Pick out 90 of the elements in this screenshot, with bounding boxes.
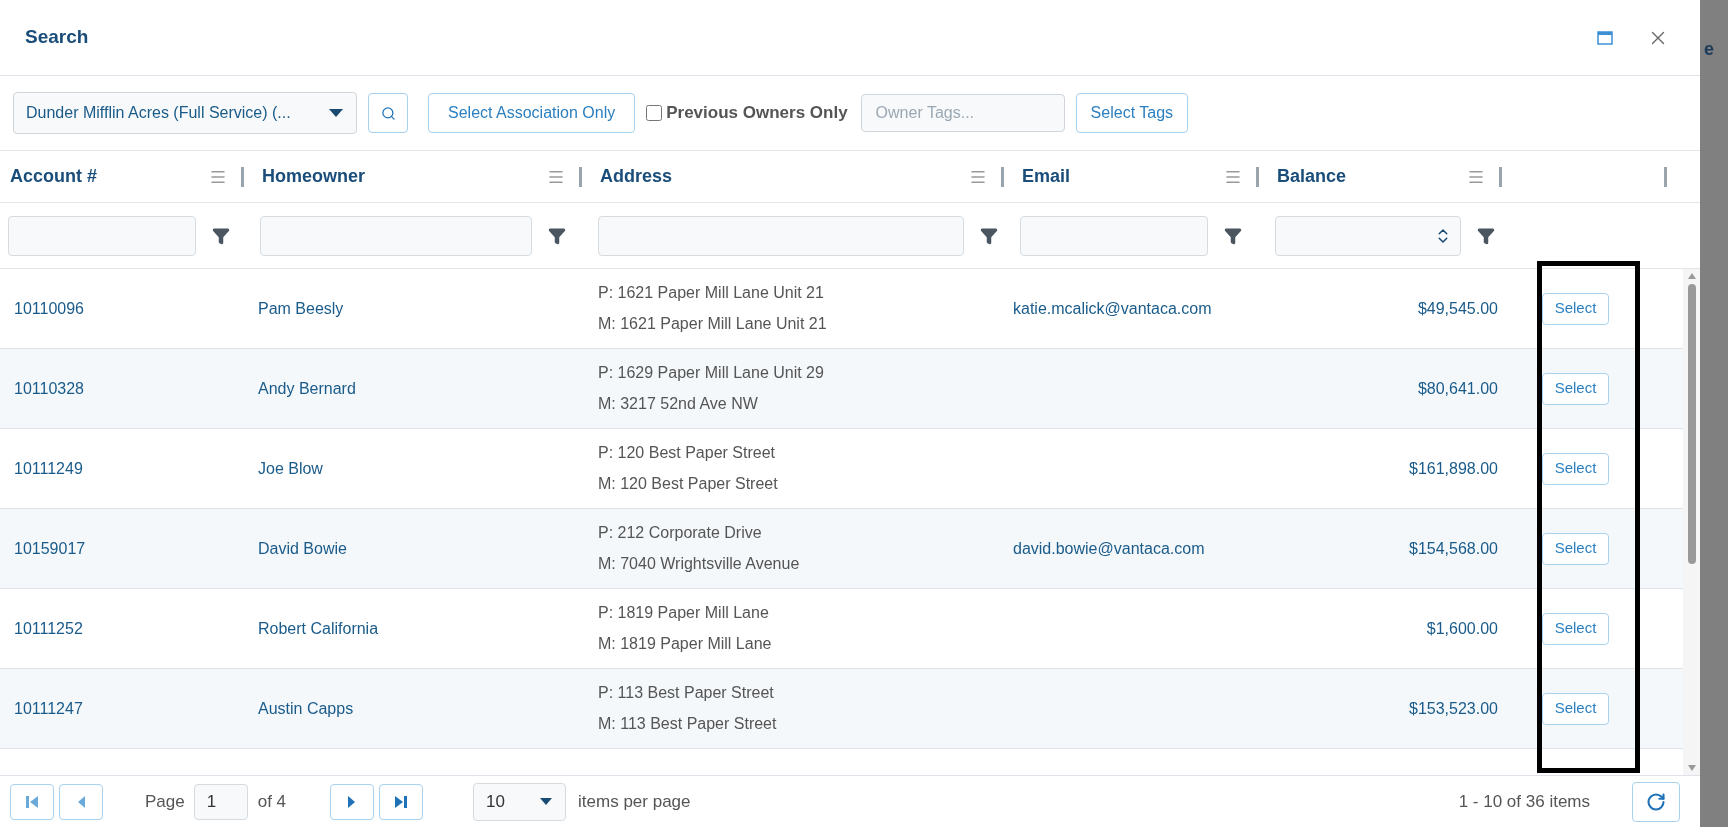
address-line: M: 3217 52nd Ave NW xyxy=(598,394,759,414)
table-cell-text: Robert California xyxy=(257,618,380,639)
filter-icon[interactable] xyxy=(212,226,230,245)
table-cell-text: 10110096 xyxy=(13,298,85,319)
select-tags-button[interactable]: Select Tags xyxy=(1075,93,1189,133)
owner-tags-field[interactable]: Owner Tags... xyxy=(860,94,1065,132)
address-line: P: 1621 Paper Mill Lane Unit 21 xyxy=(598,283,825,303)
address-line: M: 113 Best Paper Street xyxy=(598,714,778,734)
table-cell-text: $49,545.00 xyxy=(1417,298,1498,319)
checkbox-label: Previous Owners Only xyxy=(666,102,848,125)
column-header[interactable]: Homeowner xyxy=(262,163,547,190)
column-header[interactable]: Email xyxy=(1022,163,1224,190)
column-header[interactable]: Account # xyxy=(10,163,209,190)
refresh-icon xyxy=(1646,791,1666,812)
page-size-dropdown[interactable]: 10 xyxy=(473,782,567,821)
select-button[interactable]: Select xyxy=(1542,452,1609,485)
table-cell-text: 10111247 xyxy=(13,698,84,719)
first-page-button[interactable] xyxy=(10,783,54,820)
table-cell-text: David Bowie xyxy=(257,538,348,559)
page-label: Page xyxy=(145,790,185,813)
association-button[interactable]: Select Association Only xyxy=(428,93,636,133)
column-filter-field[interactable] xyxy=(1275,215,1461,256)
scroll-down-icon[interactable] xyxy=(1686,764,1697,772)
select-button[interactable]: Select xyxy=(1542,372,1609,405)
table-cell: david.bowie@vantaca.com xyxy=(1013,539,1205,557)
table-cell-text: $161,898.00 xyxy=(1409,458,1498,479)
previous-owners-checkbox[interactable] xyxy=(646,105,663,121)
select-button[interactable]: Select xyxy=(1542,692,1609,725)
address-line: M: 7040 Wrightsville Avenue xyxy=(598,554,801,574)
table-cell-text: 10110328 xyxy=(13,378,85,399)
address-line: P: 1629 Paper Mill Lane Unit 29 xyxy=(598,363,825,383)
column-divider[interactable] xyxy=(1001,166,1004,187)
maximize-icon[interactable] xyxy=(1597,30,1613,45)
address-line: M: 120 Best Paper Street xyxy=(598,474,779,494)
table-cell-text: Andy Bernard xyxy=(257,378,357,399)
previous-page-button[interactable] xyxy=(59,783,103,820)
column-filter-field[interactable] xyxy=(1020,215,1208,256)
refresh-button[interactable] xyxy=(1632,781,1680,822)
column-header[interactable]: Balance xyxy=(1277,163,1467,190)
table-cell: katie.mcalick@vantaca.com xyxy=(1013,299,1212,317)
table-cell-text: 10159017 xyxy=(13,538,87,559)
background-text: e xyxy=(1703,39,1714,59)
caret-icon xyxy=(328,108,344,118)
search-icon xyxy=(380,105,396,121)
select-button[interactable]: Select xyxy=(1542,532,1609,565)
association-dropdown[interactable]: Dunder Mifflin Acres (Full Service) (... xyxy=(13,92,357,134)
table-cell-text: 10111252 xyxy=(13,618,84,639)
search-button[interactable] xyxy=(368,93,408,133)
dialog-title: Search xyxy=(25,25,89,50)
table-cell-text: Joe Blow xyxy=(257,458,324,479)
last-page-icon xyxy=(394,794,409,809)
page-number-field[interactable]: 1 xyxy=(193,783,248,820)
column-filter-field[interactable] xyxy=(598,215,964,256)
first-page-icon xyxy=(25,794,39,809)
column-divider[interactable] xyxy=(1256,166,1259,187)
address-line: P: 120 Best Paper Street xyxy=(598,443,776,463)
column-divider[interactable] xyxy=(1664,166,1667,187)
last-page-button[interactable] xyxy=(379,783,424,820)
column-filter-field[interactable] xyxy=(260,215,532,256)
address-line: M: 1621 Paper Mill Lane Unit 21 xyxy=(598,314,828,334)
column-header[interactable]: Address xyxy=(600,163,969,190)
scrollbar[interactable] xyxy=(1683,269,1700,775)
address-line: P: 113 Best Paper Street xyxy=(598,683,775,703)
column-filter-field[interactable] xyxy=(8,215,196,256)
next-page-button[interactable] xyxy=(330,783,375,820)
filter-icon[interactable] xyxy=(1477,226,1495,245)
address-line: M: 1819 Paper Mill Lane xyxy=(598,634,773,654)
table-cell-text: $1,600.00 xyxy=(1426,618,1498,639)
column-divider[interactable] xyxy=(579,166,582,187)
table-cell-text: $80,641.00 xyxy=(1417,378,1498,399)
table-cell-text: $154,568.00 xyxy=(1409,538,1498,559)
column-divider[interactable] xyxy=(1499,166,1502,187)
previous-page-icon xyxy=(76,794,86,809)
page-count: of 4 xyxy=(257,790,287,813)
select-button[interactable]: Select xyxy=(1542,292,1609,325)
select-button[interactable]: Select xyxy=(1542,612,1609,645)
table-cell-text: Austin Capps xyxy=(257,698,355,719)
page-size-label: items per page xyxy=(578,790,691,813)
filter-icon[interactable] xyxy=(548,226,566,245)
items-summary: 1 - 10 of 36 items xyxy=(1458,790,1590,813)
table-cell-text: $153,523.00 xyxy=(1409,698,1498,719)
scroll-up-icon[interactable] xyxy=(1686,272,1697,280)
filter-icon[interactable] xyxy=(980,226,998,245)
caret-icon xyxy=(539,797,554,806)
column-divider[interactable] xyxy=(241,166,244,187)
filter-icon[interactable] xyxy=(1224,226,1242,245)
address-line: P: 212 Corporate Drive xyxy=(598,523,763,543)
table-cell-text: 10111249 xyxy=(13,458,84,479)
address-line: P: 1819 Paper Mill Lane xyxy=(598,603,770,623)
table-cell-text: Pam Beesly xyxy=(257,298,345,319)
